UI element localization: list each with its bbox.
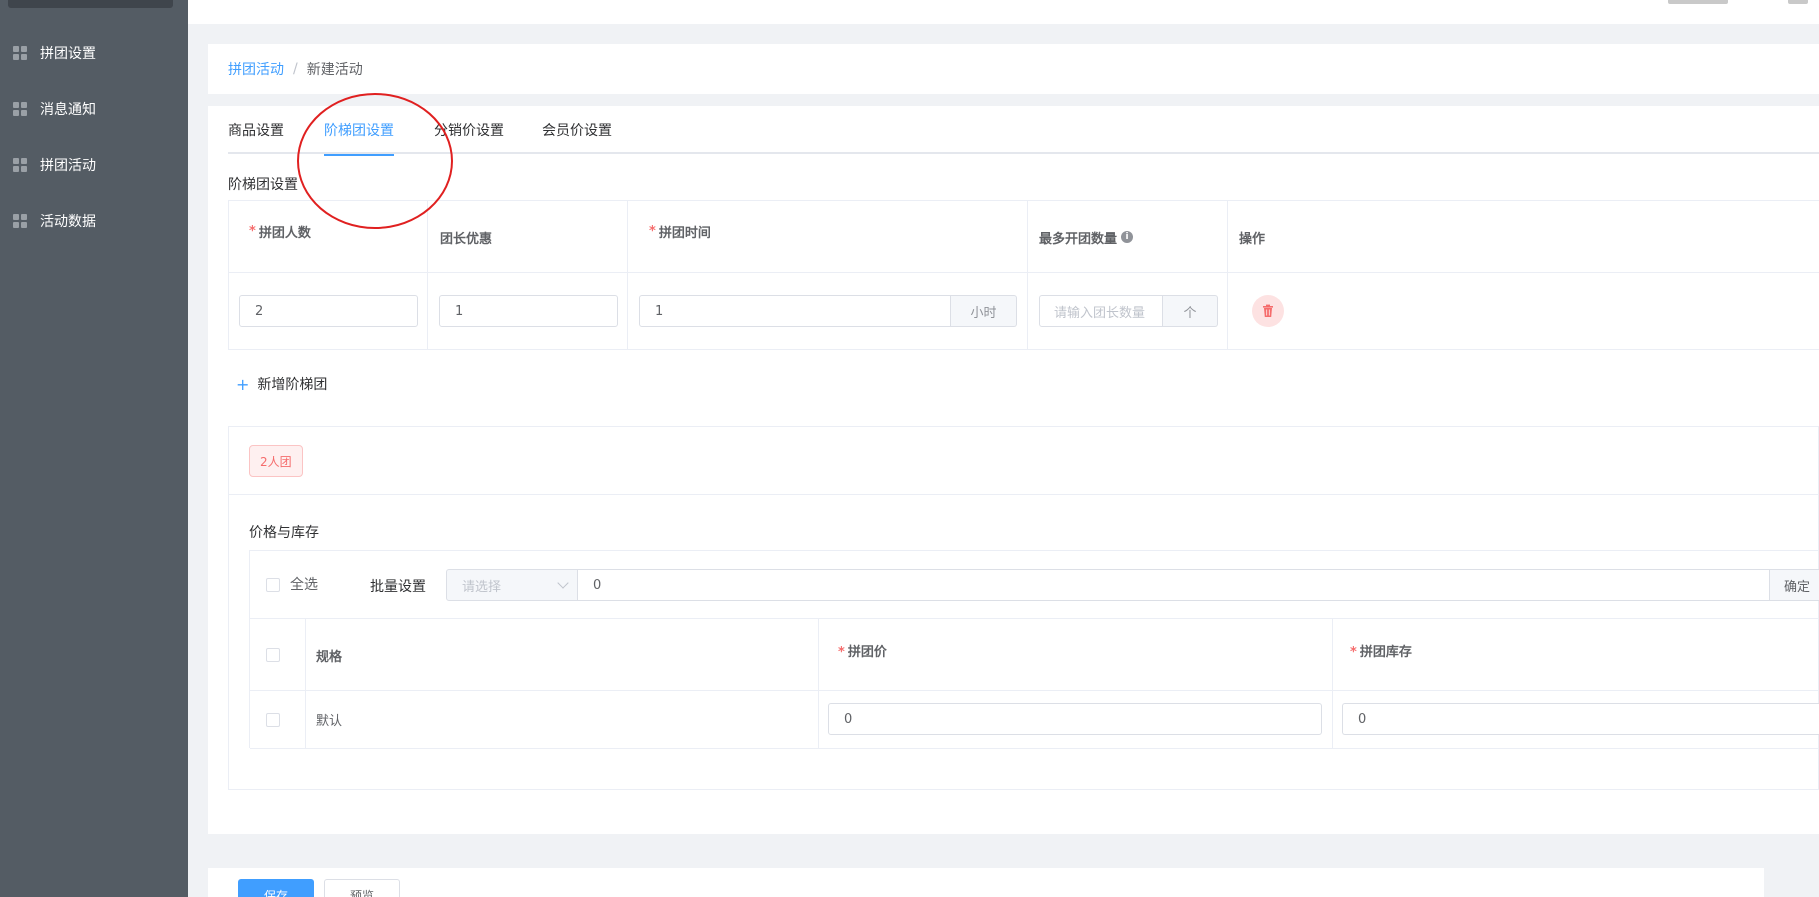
required-mark: * bbox=[1350, 645, 1357, 660]
sidebar-item-label: 活动数据 bbox=[40, 214, 96, 230]
column-header-label: 拼团人数 bbox=[258, 225, 311, 241]
max-groups-input[interactable]: 请输入团长数量 bbox=[1039, 295, 1163, 327]
select-all-checkbox[interactable] bbox=[266, 578, 280, 592]
column-header-actions: 操作 bbox=[1239, 201, 1265, 273]
column-header-leader-discount: 团长优惠 bbox=[440, 201, 492, 273]
preview-button[interactable]: 预览 bbox=[324, 879, 400, 897]
sidebar-item-label: 拼团设置 bbox=[40, 46, 96, 62]
group-size-input[interactable]: 2 bbox=[239, 295, 418, 327]
required-mark: * bbox=[838, 645, 845, 660]
price-stock-title: 价格与库存 bbox=[249, 525, 319, 541]
save-button[interactable]: 保存 bbox=[238, 879, 314, 897]
trash-icon bbox=[1263, 304, 1273, 317]
column-divider bbox=[305, 619, 306, 691]
chevron-down-icon bbox=[557, 577, 569, 589]
column-divider bbox=[818, 691, 819, 749]
column-header-label: 拼团库存 bbox=[1359, 645, 1412, 660]
breadcrumb-separator: / bbox=[293, 61, 298, 77]
sidebar-item-label: 消息通知 bbox=[40, 102, 96, 118]
column-header-label: 最多开团数量 bbox=[1039, 231, 1118, 247]
sidebar: 拼团设置 消息通知 拼团活动 活动数据 bbox=[0, 0, 188, 897]
required-mark: * bbox=[249, 223, 256, 239]
column-header-label: 拼团价 bbox=[847, 645, 887, 660]
group-time-unit: 小时 bbox=[951, 295, 1017, 327]
tabs: 商品设置 阶梯团设置 分销价设置 会员价设置 bbox=[228, 106, 1819, 156]
bulk-confirm-button[interactable]: 确定 bbox=[1770, 569, 1819, 601]
spec-header-row: 规格 * 拼团价 * 拼团库存 bbox=[250, 619, 1819, 691]
section-title: 阶梯团设置 bbox=[228, 177, 298, 193]
column-header-max-groups: 最多开团数量 i bbox=[1039, 201, 1134, 273]
grid-icon bbox=[13, 102, 27, 116]
sidebar-item-group-activities[interactable]: 拼团活动 bbox=[0, 137, 188, 193]
column-header-spec: 规格 bbox=[316, 650, 343, 665]
header-ghost-item bbox=[1668, 0, 1728, 4]
tier-table: * 拼团人数 团长优惠 * 拼团时间 最多开团数量 i 操作 2 1 1 小时 请输… bbox=[228, 200, 1819, 350]
table-row: 默认 0 0 bbox=[250, 691, 1819, 749]
max-groups-unit: 个 bbox=[1163, 295, 1218, 327]
group-price-input[interactable]: 0 bbox=[828, 703, 1322, 735]
column-header-label: 操作 bbox=[1239, 231, 1266, 247]
info-icon[interactable]: i bbox=[1121, 231, 1134, 243]
column-divider bbox=[305, 691, 306, 749]
table-header-row: * 拼团人数 团长优惠 * 拼团时间 最多开团数量 i 操作 bbox=[229, 201, 1819, 273]
plus-icon: + bbox=[236, 374, 250, 394]
tab-product-settings[interactable]: 商品设置 bbox=[228, 106, 284, 154]
column-divider bbox=[818, 619, 819, 691]
add-tier-label: 新增阶梯团 bbox=[257, 377, 328, 393]
sidebar-item-notifications[interactable]: 消息通知 bbox=[0, 81, 188, 137]
delete-tier-button[interactable] bbox=[1252, 295, 1284, 327]
column-divider bbox=[1332, 691, 1333, 749]
sidebar-item-activity-data[interactable]: 活动数据 bbox=[0, 193, 188, 249]
column-header-group-size: * 拼团人数 bbox=[249, 195, 311, 267]
grid-icon bbox=[13, 46, 27, 60]
required-mark: * bbox=[649, 223, 656, 239]
header-ghost-item bbox=[1788, 0, 1808, 4]
column-header-label: 团长优惠 bbox=[440, 231, 493, 247]
header-row-checkbox[interactable] bbox=[266, 648, 280, 662]
add-tier-button[interactable]: + 新增阶梯团 bbox=[236, 374, 327, 394]
sidebar-item-group-settings[interactable]: 拼团设置 bbox=[0, 25, 188, 81]
select-all-label: 全选 bbox=[290, 577, 318, 593]
group-card-header: 2人团 bbox=[229, 427, 1819, 495]
bulk-settings-row: 全选 批量设置 请选择 0 确定 bbox=[250, 551, 1819, 619]
tab-member-price-settings[interactable]: 会员价设置 bbox=[542, 106, 612, 154]
bulk-field-select[interactable]: 请选择 bbox=[446, 569, 578, 601]
select-placeholder: 请选择 bbox=[462, 579, 502, 595]
sidebar-item-label: 拼团活动 bbox=[40, 158, 96, 174]
row-checkbox[interactable] bbox=[266, 713, 280, 727]
input-placeholder: 请输入团长数量 bbox=[1054, 305, 1146, 321]
bulk-settings-label: 批量设置 bbox=[370, 579, 426, 595]
tab-tier-group-settings[interactable]: 阶梯团设置 bbox=[324, 106, 394, 156]
leader-discount-input[interactable]: 1 bbox=[439, 295, 618, 327]
column-header-stock: * 拼团库存 bbox=[1350, 641, 1412, 660]
breadcrumb-current: 新建活动 bbox=[306, 62, 363, 78]
sidebar-logo-block bbox=[8, 0, 173, 8]
group-time-input[interactable]: 1 bbox=[639, 295, 951, 327]
column-header-label: 拼团时间 bbox=[658, 225, 711, 241]
column-header-price: * 拼团价 bbox=[838, 641, 887, 660]
grid-icon bbox=[13, 214, 27, 228]
spec-name: 默认 bbox=[316, 714, 343, 729]
main-card: 商品设置 阶梯团设置 分销价设置 会员价设置 阶梯团设置 * 拼团人数 团长优惠 … bbox=[208, 106, 1819, 834]
breadcrumb: 拼团活动 / 新建活动 bbox=[208, 44, 1819, 94]
action-bar bbox=[208, 868, 1764, 897]
price-stock-table: 全选 批量设置 请选择 0 确定 规格 * 拼团价 * 拼团库存 默认 0 0 bbox=[249, 550, 1819, 749]
tab-distribution-price-settings[interactable]: 分销价设置 bbox=[434, 106, 504, 154]
group-stock-input[interactable]: 0 bbox=[1342, 703, 1819, 735]
column-divider bbox=[1332, 619, 1333, 691]
group-size-tag: 2人团 bbox=[249, 445, 303, 477]
top-header bbox=[188, 0, 1819, 24]
group-card: 2人团 价格与库存 全选 批量设置 请选择 0 确定 规格 * 拼团价 * 拼团… bbox=[228, 426, 1819, 790]
breadcrumb-parent-link[interactable]: 拼团活动 bbox=[228, 59, 284, 79]
grid-icon bbox=[13, 158, 27, 172]
column-header-group-time: * 拼团时间 bbox=[649, 195, 711, 267]
bulk-value-input[interactable]: 0 bbox=[578, 569, 1770, 601]
